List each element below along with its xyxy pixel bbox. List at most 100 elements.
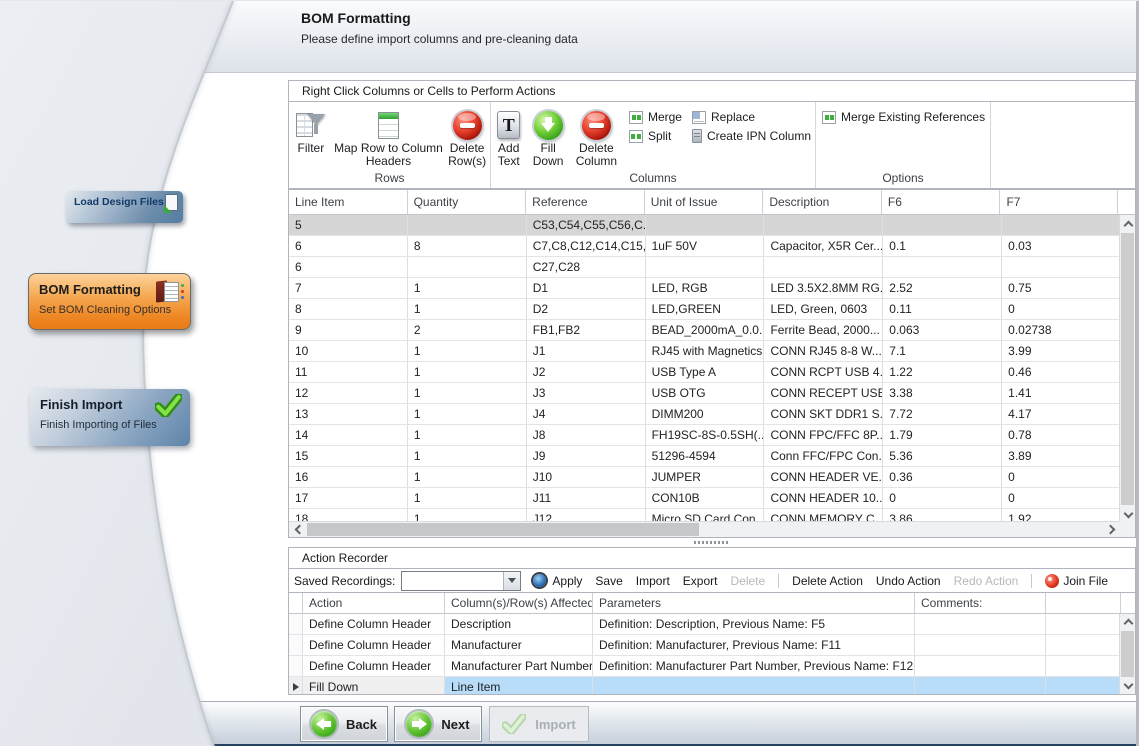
grid-cell[interactable]: 1: [408, 488, 527, 508]
grid-cell[interactable]: 7: [289, 278, 408, 298]
grid-cell[interactable]: 2: [408, 320, 527, 340]
grid-cell[interactable]: 1: [408, 446, 527, 466]
grid-cell[interactable]: C7,C8,C12,C14,C15,...: [527, 236, 646, 256]
table-row[interactable]: 71D1LED, RGBLED 3.5X2.8MM RG...2.520.75: [289, 278, 1120, 299]
action-table-row[interactable]: Define Column HeaderDescriptionDefinitio…: [289, 614, 1135, 635]
column-header-description[interactable]: Description: [763, 190, 882, 214]
grid-cell[interactable]: USB OTG: [646, 383, 765, 403]
grid-cell[interactable]: 0.75: [1002, 278, 1120, 298]
grid-cell[interactable]: LED,GREEN: [646, 299, 765, 319]
grid-cell[interactable]: 3.38: [883, 383, 1002, 403]
grid-cell[interactable]: BEAD_2000mA_0.0...: [646, 320, 765, 340]
grid-cell[interactable]: LED, RGB: [646, 278, 765, 298]
grid-cell[interactable]: 1: [408, 404, 527, 424]
grid-cell[interactable]: J10: [527, 467, 646, 487]
grid-cell[interactable]: LED, Green, 0603: [764, 299, 883, 319]
grid-cell[interactable]: 5: [289, 215, 408, 235]
scrollbar-thumb[interactable]: [1121, 631, 1134, 677]
vertical-scrollbar[interactable]: [1119, 215, 1135, 523]
row-selector-cell[interactable]: [289, 614, 303, 634]
back-button[interactable]: Back: [300, 706, 388, 742]
column-header-line-item[interactable]: Line Item: [289, 190, 408, 214]
scroll-left-button[interactable]: [289, 522, 306, 537]
grid-cell[interactable]: 15: [289, 446, 408, 466]
grid-cell[interactable]: 1: [408, 425, 527, 445]
action-cell-action[interactable]: Fill Down: [303, 677, 445, 695]
sidebar-step-finish-import[interactable]: Finish Import Finish Importing of Files: [30, 389, 190, 446]
join-file-link[interactable]: Join File: [1045, 574, 1108, 588]
grid-cell[interactable]: CONN SKT DDR1 S...: [764, 404, 883, 424]
grid-cell[interactable]: 0.03: [1002, 236, 1120, 256]
grid-cell[interactable]: [1002, 215, 1120, 235]
grid-cell[interactable]: 0.11: [883, 299, 1002, 319]
grid-cell[interactable]: DIMM200: [646, 404, 765, 424]
toolbar-button-replace[interactable]: Replace: [692, 110, 811, 124]
action-cell-comments[interactable]: [915, 635, 1046, 655]
action-cell-parameters[interactable]: Definition: Manufacturer Part Number, Pr…: [593, 656, 915, 676]
grid-cell[interactable]: J1: [527, 341, 646, 361]
grid-cell[interactable]: 0.02738: [1002, 320, 1120, 340]
column-header-parameters[interactable]: Parameters: [593, 593, 915, 613]
table-row[interactable]: 101J1RJ45 with MagneticsCONN RJ45 8-8 W.…: [289, 341, 1120, 362]
grid-cell[interactable]: 0.063: [883, 320, 1002, 340]
grid-cell[interactable]: CONN HEADER 10...: [764, 488, 883, 508]
grid-cell[interactable]: 8: [408, 236, 527, 256]
grid-cell[interactable]: 0.36: [883, 467, 1002, 487]
grid-cell[interactable]: USB Type A: [646, 362, 765, 382]
grid-cell[interactable]: 1.41: [1002, 383, 1120, 403]
saved-recordings-combobox[interactable]: [401, 571, 521, 591]
grid-cell[interactable]: [646, 257, 765, 277]
grid-cell[interactable]: 6: [289, 236, 408, 256]
action-cell-action[interactable]: Define Column Header: [303, 656, 445, 676]
row-selector-cell[interactable]: [289, 635, 303, 655]
column-header-comments[interactable]: Comments:: [915, 593, 1046, 613]
grid-cell[interactable]: J8: [527, 425, 646, 445]
scroll-up-button[interactable]: [1120, 614, 1136, 630]
column-header-f6[interactable]: F6: [882, 190, 1001, 214]
grid-cell[interactable]: 1uF 50V: [646, 236, 765, 256]
table-row[interactable]: 151J951296-4594Conn FFC/FPC Con...5.363.…: [289, 446, 1120, 467]
column-header-reference[interactable]: Reference: [526, 190, 645, 214]
grid-cell[interactable]: [764, 215, 883, 235]
grid-cell[interactable]: 0: [883, 488, 1002, 508]
scroll-down-button[interactable]: [1120, 678, 1136, 694]
sidebar-step-load-design-files[interactable]: Load Design Files: [66, 191, 183, 223]
grid-cell[interactable]: 2.52: [883, 278, 1002, 298]
grid-cell[interactable]: 51296-4594: [646, 446, 765, 466]
grid-cell[interactable]: 14: [289, 425, 408, 445]
grid-cell[interactable]: FB1,FB2: [527, 320, 646, 340]
grid-cell[interactable]: J9: [527, 446, 646, 466]
grid-cell[interactable]: 3.99: [1002, 341, 1120, 361]
column-header-action[interactable]: Action: [303, 593, 445, 613]
grid-cell[interactable]: Ferrite Bead, 2000...: [764, 320, 883, 340]
grid-cell[interactable]: 1: [408, 467, 527, 487]
grid-cell[interactable]: JUMPER: [646, 467, 765, 487]
grid-cell[interactable]: Capacitor, X5R Cer...: [764, 236, 883, 256]
grid-cell[interactable]: 16: [289, 467, 408, 487]
grid-cell[interactable]: 4.17: [1002, 404, 1120, 424]
action-cell-comments[interactable]: [915, 656, 1046, 676]
action-cell-parameters[interactable]: Definition: Description, Previous Name: …: [593, 614, 915, 634]
grid-cell[interactable]: Conn FFC/FPC Con...: [764, 446, 883, 466]
table-row[interactable]: 5C53,C54,C55,C56,C...: [289, 215, 1120, 236]
grid-cell[interactable]: 7.1: [883, 341, 1002, 361]
action-table-row[interactable]: Define Column HeaderManufacturerDefiniti…: [289, 635, 1135, 656]
grid-cell[interactable]: CONN RCPT USB 4...: [764, 362, 883, 382]
grid-cell[interactable]: 1: [408, 383, 527, 403]
horizontal-scrollbar[interactable]: [289, 521, 1120, 537]
grid-cell[interactable]: [764, 257, 883, 277]
action-cell-affected[interactable]: Manufacturer Part Number: [445, 656, 593, 676]
toolbar-button-map-row-to-column-headers[interactable]: Map Row to Column Headers: [333, 106, 444, 169]
save-link[interactable]: Save: [595, 574, 622, 588]
action-cell-parameters[interactable]: [593, 677, 915, 695]
column-header-column-s-row-s-affected[interactable]: Column(s)/Row(s) Affected: [445, 593, 593, 613]
grid-cell[interactable]: 3.89: [1002, 446, 1120, 466]
grid-cell[interactable]: J4: [527, 404, 646, 424]
grid-cell[interactable]: 0.78: [1002, 425, 1120, 445]
table-row[interactable]: 131J4DIMM200CONN SKT DDR1 S...7.724.17: [289, 404, 1120, 425]
next-button[interactable]: Next: [394, 706, 482, 742]
grid-cell[interactable]: D2: [527, 299, 646, 319]
grid-cell[interactable]: 12: [289, 383, 408, 403]
action-cell-action[interactable]: Define Column Header: [303, 635, 445, 655]
table-row[interactable]: 92FB1,FB2BEAD_2000mA_0.0...Ferrite Bead,…: [289, 320, 1120, 341]
